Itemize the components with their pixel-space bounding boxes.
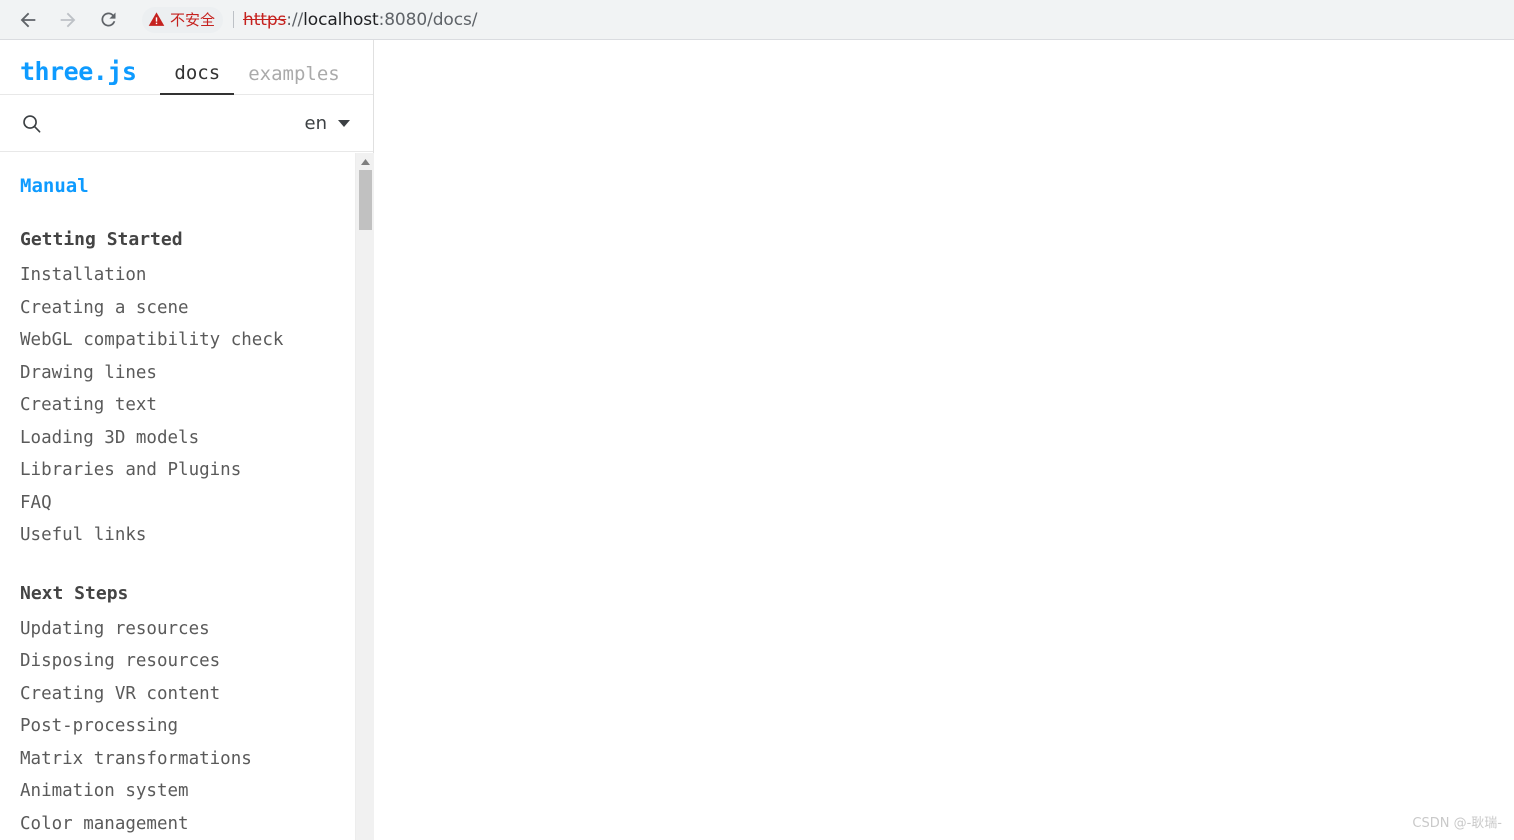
sidebar-scroll-area: Manual Getting Started Installation Crea… [0, 153, 374, 840]
csdn-watermark: CSDN @-耿瑞- [1412, 816, 1502, 831]
nav-item-animation-system[interactable]: Animation system [20, 775, 354, 808]
sidebar-nav: Manual Getting Started Installation Crea… [0, 153, 354, 840]
chevron-down-icon [338, 119, 350, 127]
page-viewport: three.js docs examples en Manual Getting… [0, 40, 1514, 840]
language-value: en [304, 112, 327, 134]
sidebar-search-row: en [0, 95, 373, 152]
nav-item-webgl-compatibility-check[interactable]: WebGL compatibility check [20, 324, 354, 357]
nav-item-matrix-transformations[interactable]: Matrix transformations [20, 743, 354, 776]
docs-content-area: CSDN @-耿瑞- [375, 40, 1514, 840]
url-scheme: https [243, 9, 287, 30]
nav-item-color-management[interactable]: Color management [20, 808, 354, 840]
docs-sidebar-panel: three.js docs examples en Manual Getting… [0, 40, 374, 840]
search-input[interactable] [55, 113, 305, 133]
sidebar-nav-inner: Manual Getting Started Installation Crea… [0, 153, 354, 840]
triangle-up-icon [360, 158, 370, 165]
url-separator: :// [286, 9, 304, 30]
sidebar-scrollbar[interactable] [355, 153, 374, 840]
nav-item-disposing-resources[interactable]: Disposing resources [20, 645, 354, 678]
url-path: :8080/docs/ [378, 9, 478, 30]
scrollbar-thumb[interactable] [359, 170, 372, 230]
forward-arrow-icon [60, 12, 76, 27]
nav-item-faq[interactable]: FAQ [20, 487, 354, 520]
language-selector[interactable]: en [305, 113, 350, 134]
scrollbar-up-button[interactable] [356, 153, 374, 170]
site-security-chip[interactable]: 不安全 [142, 6, 224, 33]
address-bar[interactable]: 不安全 https://localhost:8080/docs/ [142, 6, 1514, 34]
search-icon[interactable] [20, 112, 43, 135]
nav-item-drawing-lines[interactable]: Drawing lines [20, 357, 354, 390]
nav-item-libraries-and-plugins[interactable]: Libraries and Plugins [20, 454, 354, 487]
sidebar-tabs: docs examples [160, 62, 354, 95]
nav-item-updating-resources[interactable]: Updating resources [20, 613, 354, 646]
nav-item-post-processing[interactable]: Post-processing [20, 710, 354, 743]
url-host: localhost [303, 9, 379, 30]
nav-section-next-steps: Next Steps [20, 582, 129, 604]
tab-examples[interactable]: examples [234, 63, 354, 94]
reload-icon [100, 12, 115, 27]
nav-item-creating-a-scene[interactable]: Creating a scene [20, 292, 354, 325]
nav-title-manual[interactable]: Manual [20, 175, 354, 197]
nav-item-creating-vr-content[interactable]: Creating VR content [20, 678, 354, 711]
forward-button[interactable] [52, 4, 84, 36]
magnifier-glyph [23, 114, 41, 133]
reload-button[interactable] [92, 4, 124, 36]
threejs-logo[interactable]: three.js [20, 57, 137, 86]
nav-item-useful-links[interactable]: Useful links [20, 519, 354, 552]
nav-section-getting-started: Getting Started [20, 229, 183, 250]
tab-docs[interactable]: docs [160, 62, 235, 95]
security-status-text: 不安全 [170, 11, 216, 29]
browser-toolbar: 不安全 https://localhost:8080/docs/ [0, 0, 1514, 40]
nav-item-installation[interactable]: Installation [20, 259, 354, 292]
nav-item-creating-text[interactable]: Creating text [20, 389, 354, 422]
back-button[interactable] [12, 4, 44, 36]
warning-triangle-icon [148, 12, 165, 26]
sidebar-header: three.js docs examples [0, 40, 373, 95]
nav-item-loading-3d-models[interactable]: Loading 3D models [20, 422, 354, 455]
omnibox-divider [233, 11, 235, 28]
back-arrow-icon [20, 12, 36, 27]
url-text[interactable]: https://localhost:8080/docs/ [243, 10, 477, 30]
